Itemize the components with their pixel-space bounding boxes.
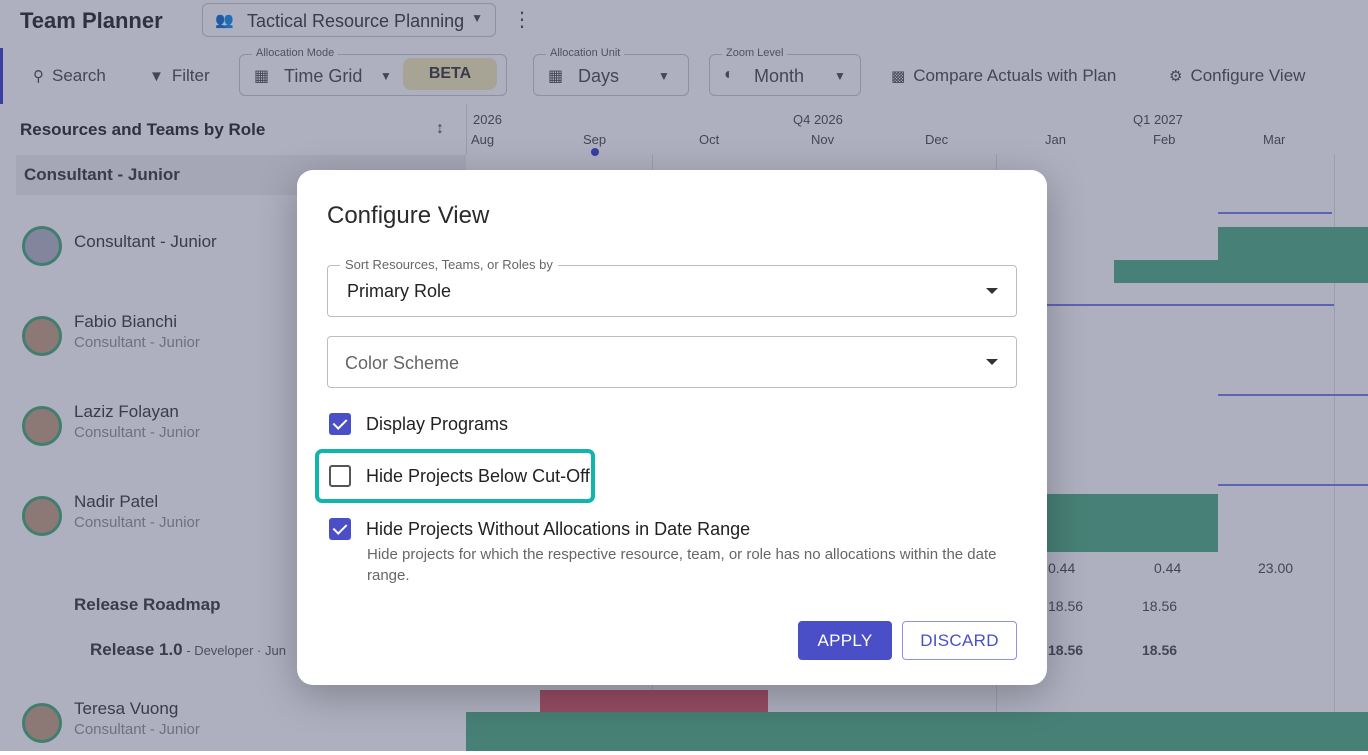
discard-button[interactable]: DISCARD — [902, 621, 1017, 660]
display-programs-checkbox[interactable] — [329, 413, 351, 435]
sort-by-value: Primary Role — [347, 281, 452, 301]
dropdown-arrow-icon — [986, 288, 998, 294]
color-scheme-select[interactable]: Color Scheme — [327, 336, 1017, 388]
sort-by-select[interactable]: Sort Resources, Teams, or Roles by Prima… — [327, 257, 1017, 317]
dropdown-arrow-icon — [986, 359, 998, 365]
configure-view-dialog: Configure View Sort Resources, Teams, or… — [297, 170, 1047, 685]
sort-by-label: Sort Resources, Teams, or Roles by — [340, 257, 558, 272]
hide-projects-without-allocations-checkbox[interactable] — [329, 518, 351, 540]
hide-projects-without-allocations-help: Hide projects for which the respective r… — [367, 546, 997, 584]
apply-button[interactable]: APPLY — [798, 621, 892, 660]
color-scheme-placeholder: Color Scheme — [345, 353, 460, 373]
display-programs-label: Display Programs — [366, 414, 509, 434]
dialog-title: Configure View — [327, 202, 490, 229]
hide-projects-below-cutoff-checkbox[interactable] — [329, 465, 351, 487]
hide-projects-below-cutoff-label: Hide Projects Below Cut-Off — [366, 466, 590, 486]
hide-projects-without-allocations-label: Hide Projects Without Allocations in Dat… — [366, 519, 751, 539]
